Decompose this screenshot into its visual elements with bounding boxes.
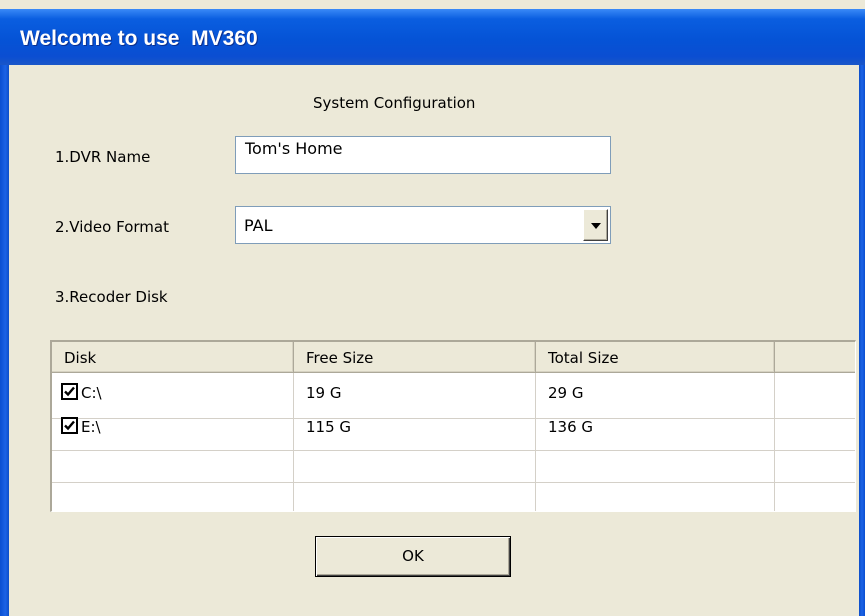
dvr-name-input[interactable]: Tom's Home (235, 136, 611, 174)
title-bar[interactable]: Welcome to use MV360 (0, 9, 865, 65)
free-size-cell: 115 G (306, 418, 352, 436)
grid-line (52, 418, 855, 419)
grid-line (774, 373, 775, 511)
total-size-cell: 136 G (548, 418, 594, 436)
total-size-cell: 29 G (548, 384, 584, 402)
grid-line (52, 450, 855, 451)
video-format-value: PAL (244, 216, 273, 235)
video-format-dropdown-button[interactable] (583, 209, 608, 241)
video-format-select[interactable]: PAL (235, 206, 611, 244)
window-frame-left (0, 65, 9, 616)
window-title: Welcome to use MV360 (20, 27, 258, 50)
free-size-cell: 19 G (306, 384, 342, 402)
grid-line (52, 482, 855, 483)
dialog-heading: System Configuration (313, 94, 476, 112)
column-header-total-size[interactable]: Total Size (536, 342, 775, 373)
video-format-label: 2.Video Format (55, 218, 169, 236)
mv360-config-dialog: Welcome to use MV360 System Configuratio… (0, 0, 865, 616)
disk-table[interactable]: Disk Free Size Total Size C:\ 19 G 29 G … (50, 340, 856, 512)
grid-line (535, 373, 536, 511)
checkbox-checked-icon[interactable] (61, 417, 78, 434)
recorder-disk-label: 3.Recoder Disk (55, 288, 168, 306)
disk-cell: C:\ (81, 384, 102, 402)
disk-cell: E:\ (81, 418, 101, 436)
checkbox-checked-icon[interactable] (61, 383, 78, 400)
column-header-disk[interactable]: Disk (52, 342, 294, 373)
chevron-down-icon (591, 223, 601, 229)
grid-line (293, 373, 294, 511)
column-header-free-size[interactable]: Free Size (294, 342, 536, 373)
window-frame-right (859, 65, 865, 616)
dvr-name-label: 1.DVR Name (55, 148, 151, 166)
column-header-empty[interactable] (775, 342, 855, 373)
ok-button[interactable]: OK (315, 536, 511, 577)
